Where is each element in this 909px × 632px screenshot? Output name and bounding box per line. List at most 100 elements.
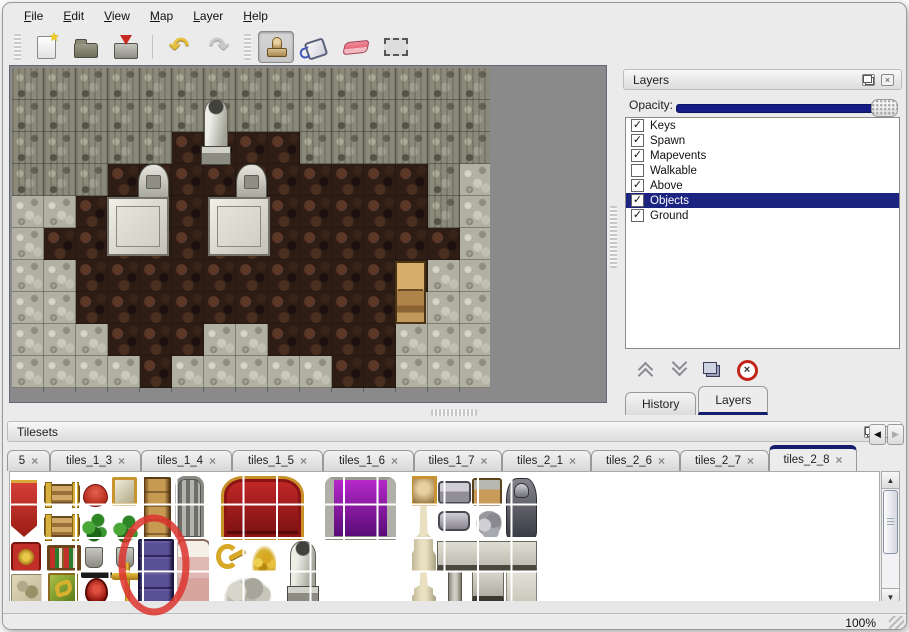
resize-grip[interactable]	[889, 616, 904, 629]
map-tile-crypt-floor[interactable]	[140, 356, 172, 388]
tombstone-right[interactable]	[236, 164, 267, 198]
map-tile-crypt-floor[interactable]	[172, 324, 204, 356]
map-tile-cliff-rock[interactable]	[44, 100, 76, 132]
map-tile-cliff-rock[interactable]	[76, 100, 108, 132]
tile-wall-pillar[interactable]	[448, 571, 462, 604]
map-tile-crypt-floor[interactable]	[172, 164, 204, 196]
dock-tab-layers[interactable]: Layers	[698, 386, 768, 415]
tile-red-throne[interactable]	[221, 476, 304, 540]
map-tile-cliff-rock[interactable]	[12, 100, 44, 132]
tab-scroll-right-button[interactable]: ▶	[887, 424, 904, 445]
map-tile-crypt-floor[interactable]	[268, 260, 300, 292]
map-tile-crypt-floor[interactable]	[364, 356, 396, 388]
map-tile-crypt-floor[interactable]	[364, 292, 396, 324]
tile-purple-throne[interactable]	[325, 477, 396, 540]
map-tile-cliff-rock[interactable]	[332, 68, 364, 100]
map-tile-cliff-rock[interactable]	[268, 68, 300, 100]
tileset-tab-tiles_2_8[interactable]: tiles_2_8×	[769, 445, 857, 471]
map-tile-rubble-rock[interactable]	[12, 292, 44, 324]
map-tile-crypt-floor[interactable]	[236, 132, 268, 164]
tab-close-icon[interactable]: ×	[481, 455, 488, 467]
map-tile-crypt-floor[interactable]	[172, 260, 204, 292]
map-tile-rubble-rock[interactable]	[460, 164, 490, 196]
menu-view[interactable]: View	[95, 6, 139, 26]
tile-bed[interactable]	[176, 539, 211, 605]
tile-wooden-door[interactable]	[143, 477, 171, 539]
map-tile-crypt-floor[interactable]	[268, 324, 300, 356]
map-tile-crypt-floor[interactable]	[108, 324, 140, 356]
open-button[interactable]	[68, 31, 104, 63]
map-tile-crypt-floor[interactable]	[108, 164, 140, 196]
statue[interactable]	[200, 99, 232, 165]
map-tile-rubble-rock[interactable]	[460, 196, 490, 228]
fill-tool-button[interactable]	[298, 31, 334, 63]
map-tile-crypt-floor[interactable]	[300, 260, 332, 292]
undo-button[interactable]: ↶	[161, 31, 197, 63]
map-tile-cliff-rock[interactable]	[44, 68, 76, 100]
map-tile-crypt-floor[interactable]	[300, 292, 332, 324]
tile-loom-bottom[interactable]	[44, 516, 80, 537]
map-tile-cliff-rock[interactable]	[332, 100, 364, 132]
tile-small-statue[interactable]	[286, 541, 320, 605]
map-tile-crypt-floor[interactable]	[300, 324, 332, 356]
map-tile-crypt-floor[interactable]	[76, 292, 108, 324]
layer-row-objects[interactable]: ✓Objects	[626, 193, 899, 208]
map-tile-rubble-rock[interactable]	[236, 324, 268, 356]
map-tile-rubble-rock[interactable]	[396, 324, 428, 356]
select-tool-button[interactable]	[378, 31, 414, 63]
layer-row-mapevents[interactable]: ✓Mapevents	[626, 148, 899, 163]
map-tile-rubble-rock[interactable]	[428, 292, 460, 324]
map-tile-crypt-floor[interactable]	[332, 260, 364, 292]
save-button[interactable]	[108, 31, 144, 63]
map-tile-crypt-floor[interactable]	[364, 324, 396, 356]
tab-scroll-left-button[interactable]: ◀	[869, 424, 886, 445]
tile-gold-pile[interactable]	[249, 541, 280, 572]
map-tile-crypt-floor[interactable]	[300, 164, 332, 196]
map-tile-rubble-rock[interactable]	[428, 356, 460, 388]
map-tile-rubble-rock[interactable]	[268, 356, 300, 388]
opacity-slider-handle[interactable]	[871, 99, 898, 117]
map-tile-crypt-floor[interactable]	[332, 356, 364, 388]
scrollbar-thumb[interactable]	[883, 490, 898, 554]
layers-panel-close-button[interactable]: ×	[881, 74, 894, 86]
map-tile-cliff-rock[interactable]	[140, 100, 172, 132]
tileset-tab-tiles_1_3[interactable]: tiles_1_3×	[50, 450, 141, 471]
horizontal-splitter-handle[interactable]	[431, 409, 477, 416]
tile-armor-pile[interactable]	[474, 508, 504, 539]
map-tile-rubble-rock[interactable]	[44, 260, 76, 292]
map-tile-cliff-rock[interactable]	[140, 68, 172, 100]
layers-panel-float-button[interactable]	[862, 74, 875, 86]
map-tile-cliff-rock[interactable]	[396, 68, 428, 100]
new-file-button[interactable]	[28, 31, 64, 63]
tile-wall-top[interactable]	[437, 541, 537, 572]
tileset-tab-tiles_1_7[interactable]: tiles_1_7×	[414, 450, 502, 471]
map-tile-rubble-rock[interactable]	[460, 324, 490, 356]
map-tile-cliff-rock[interactable]	[108, 132, 140, 164]
map-tile-crypt-floor[interactable]	[396, 164, 428, 196]
layer-checkbox[interactable]: ✓	[631, 209, 644, 222]
tileset-tab-5[interactable]: 5×	[7, 450, 50, 471]
map-tile-crypt-floor[interactable]	[396, 196, 428, 228]
map-tile-crypt-floor[interactable]	[172, 292, 204, 324]
menu-help[interactable]: Help	[234, 6, 277, 26]
map-tile-cliff-rock[interactable]	[428, 100, 460, 132]
map-tile-crypt-floor[interactable]	[76, 260, 108, 292]
menu-edit[interactable]: Edit	[54, 6, 93, 26]
delete-layer-button[interactable]: ×	[735, 358, 759, 382]
tile-stone-tablet[interactable]	[11, 574, 43, 604]
map-tile-rubble-rock[interactable]	[460, 356, 490, 388]
tileset-tab-tiles_1_6[interactable]: tiles_1_6×	[323, 450, 414, 471]
map-tile-rubble-rock[interactable]	[204, 324, 236, 356]
tab-close-icon[interactable]: ×	[300, 455, 307, 467]
map-tile-crypt-floor[interactable]	[236, 260, 268, 292]
opacity-slider-track[interactable]	[676, 104, 876, 113]
raise-layer-button[interactable]	[633, 358, 657, 382]
tab-close-icon[interactable]: ×	[569, 455, 576, 467]
tile-gray-gate[interactable]	[175, 476, 204, 540]
map-tile-cliff-rock[interactable]	[140, 132, 172, 164]
tileset-tab-tiles_1_4[interactable]: tiles_1_4×	[141, 450, 232, 471]
tile-wooden-chest[interactable]	[472, 478, 502, 506]
tile-loom-top[interactable]	[44, 484, 80, 504]
eraser-tool-button[interactable]	[338, 31, 374, 63]
map-tile-crypt-floor[interactable]	[204, 260, 236, 292]
